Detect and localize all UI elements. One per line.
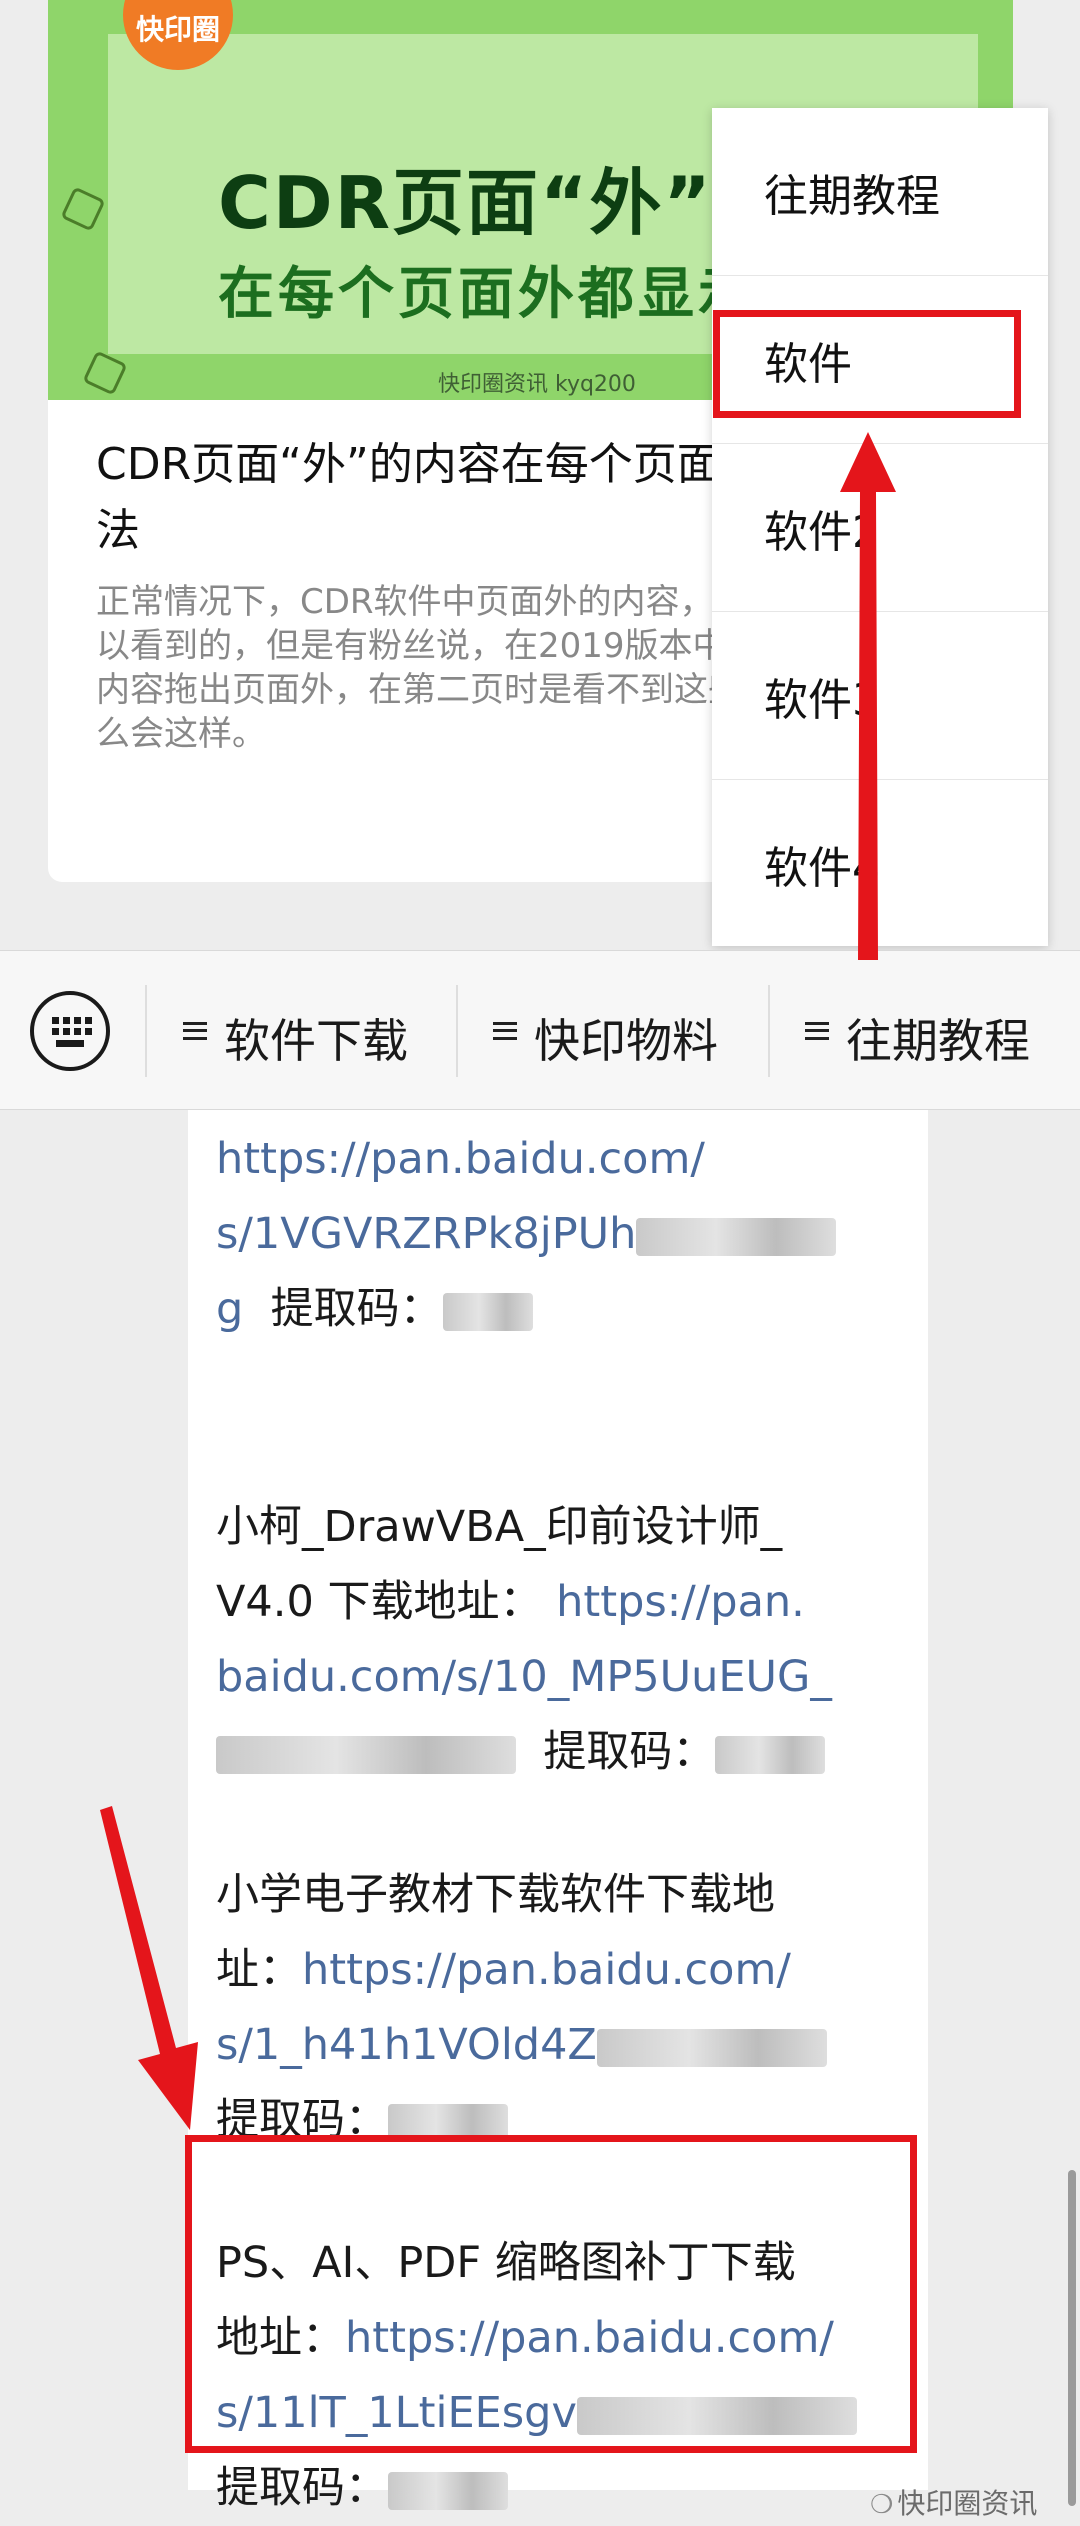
menu-item-label: 软件2 bbox=[764, 506, 880, 558]
menu-item-software-2[interactable]: 软件2 bbox=[712, 444, 1048, 612]
blurred-text bbox=[442, 1292, 533, 1331]
entry-text: 小学电子教材下载软件下载地 bbox=[216, 1870, 775, 1920]
download-link[interactable]: g bbox=[216, 1284, 243, 1334]
scrollbar-thumb[interactable] bbox=[1068, 2170, 1076, 2506]
nav-item-label: 软件下载 bbox=[224, 1014, 408, 1068]
download-link[interactable]: https://pan. bbox=[556, 1577, 805, 1627]
submenu-popup: 往期教程 软件 软件2 软件3 软件4 bbox=[712, 108, 1048, 946]
blurred-text bbox=[636, 1217, 837, 1256]
download-entry: https://pan.baidu.com/ s/1VGVRZRPk8jPUh … bbox=[216, 1122, 916, 1347]
nav-item-print-materials[interactable]: 快印物料 bbox=[458, 951, 766, 1111]
annotation-arrow-down bbox=[100, 1806, 198, 2130]
download-link[interactable]: https://pan.baidu.com/ bbox=[302, 1945, 791, 1995]
menu-list-icon bbox=[805, 1022, 829, 1040]
nav-item-label: 快印物料 bbox=[534, 1014, 718, 1068]
blurred-text bbox=[216, 1735, 516, 1774]
annotation-highlight-box bbox=[713, 310, 1021, 418]
watermark-text: 快印圈资讯 bbox=[897, 2487, 1038, 2520]
cover-headline-line2: 在每个页面外都显示 bbox=[218, 262, 758, 327]
extraction-code-label: 提取码： bbox=[543, 1727, 716, 1777]
menu-list-icon bbox=[183, 1022, 207, 1040]
hexagon-decoration-icon bbox=[60, 186, 106, 232]
entry-text: 址： bbox=[216, 1945, 302, 1995]
blurred-text bbox=[388, 2471, 508, 2510]
blurred-text bbox=[715, 1735, 826, 1774]
download-entry: 小学电子教材下载软件下载地 址：https://pan.baidu.com/ s… bbox=[216, 1858, 916, 2158]
download-entry: 小柯_DrawVBA_印前设计师_ V4.0 下载地址： https://pan… bbox=[216, 1490, 916, 1790]
hexagon-decoration-icon bbox=[82, 350, 128, 396]
cover-headline-line1: CDR页面“外”的 bbox=[218, 161, 787, 245]
cover-credit: 快印圈资讯 kyq200 bbox=[438, 372, 636, 397]
download-link[interactable]: baidu.com/s/10_MP5UuEUG_ bbox=[216, 1652, 832, 1702]
nav-divider bbox=[145, 985, 147, 1077]
blurred-text bbox=[596, 2028, 827, 2067]
wechat-icon: ❍ bbox=[870, 2490, 894, 2520]
entry-text: 小柯_DrawVBA_印前设计师_ bbox=[216, 1502, 783, 1552]
menu-list-icon bbox=[493, 1022, 517, 1040]
nav-item-software-download[interactable]: 软件下载 bbox=[148, 951, 456, 1111]
entry-text: V4.0 下载地址： bbox=[216, 1577, 543, 1627]
menu-item-label: 软件3 bbox=[764, 674, 880, 726]
menu-item-software-3[interactable]: 软件3 bbox=[712, 612, 1048, 780]
menu-item-label: 往期教程 bbox=[764, 170, 940, 222]
download-link[interactable]: s/1VGVRZRPk8jPUh bbox=[216, 1209, 636, 1259]
download-link[interactable]: https://pan.baidu.com/ bbox=[216, 1134, 705, 1184]
keyboard-icon[interactable] bbox=[30, 991, 110, 1071]
menu-item-software-4[interactable]: 软件4 bbox=[712, 780, 1048, 948]
extraction-code-label: 提取码： bbox=[270, 1284, 443, 1334]
menu-item-label: 软件4 bbox=[764, 843, 880, 894]
nav-item-label: 往期教程 bbox=[846, 1014, 1030, 1068]
annotation-highlight-box bbox=[185, 2135, 917, 2453]
official-account-menu-bar: 软件下载 快印物料 往期教程 bbox=[0, 950, 1080, 1110]
watermark: ❍ 快印圈资讯 bbox=[870, 2482, 1037, 2522]
download-link[interactable]: s/1_h41h1VOld4Z bbox=[216, 2020, 597, 2070]
menu-item-past-tutorials[interactable]: 往期教程 bbox=[712, 108, 1048, 276]
nav-item-past-tutorials[interactable]: 往期教程 bbox=[770, 951, 1080, 1111]
